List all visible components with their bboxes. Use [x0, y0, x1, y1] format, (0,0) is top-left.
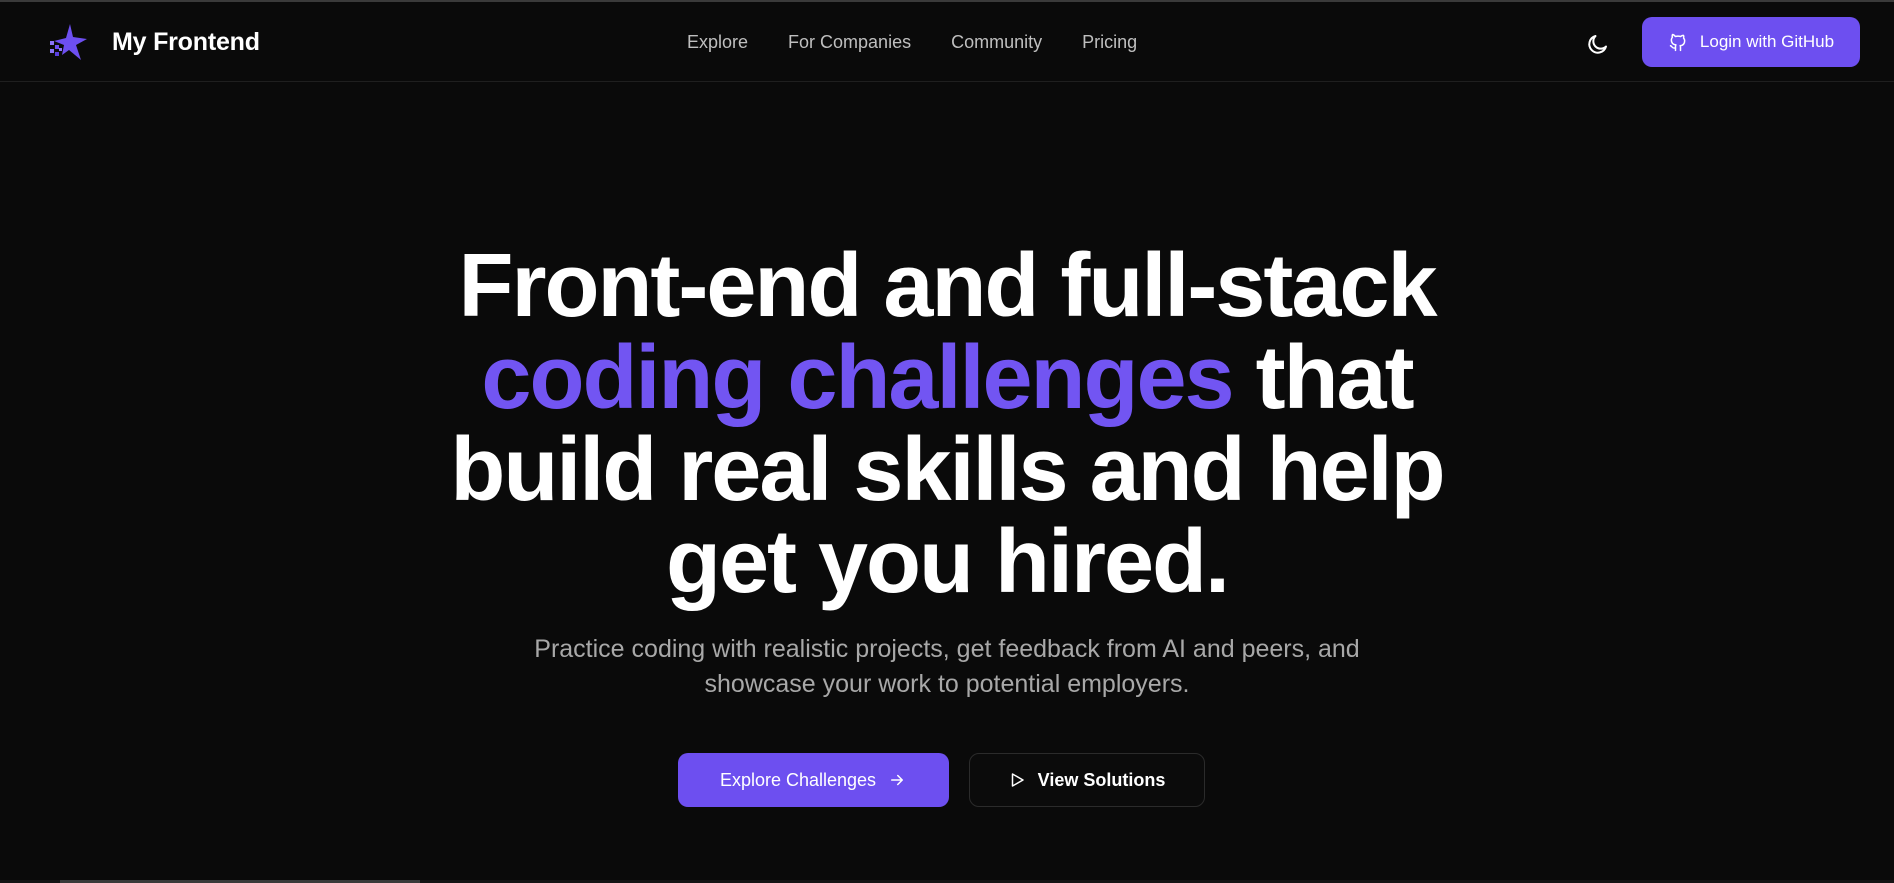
hero-line-4: get you hired.	[665, 512, 1230, 612]
hero-line-3: build real skills and help	[450, 420, 1445, 520]
play-icon	[1011, 773, 1024, 787]
hero-line-2: coding challenges that	[0, 332, 1894, 424]
nav-item-explore[interactable]: Explore	[687, 30, 748, 54]
hero-heading: Front-end and full-stack coding challeng…	[0, 240, 1894, 608]
brand-name: My Frontend	[112, 27, 260, 56]
hero-line-1: Front-end and full-stack	[458, 236, 1437, 336]
theme-toggle-button[interactable]	[1584, 30, 1612, 58]
hero-subtitle: Practice coding with realistic projects,…	[0, 632, 1894, 702]
nav-item-community[interactable]: Community	[951, 30, 1042, 54]
brand-link[interactable]: My Frontend	[48, 20, 260, 64]
hero-accent-text: coding challenges	[481, 328, 1234, 428]
hero-line-2-rest: that	[1232, 328, 1415, 428]
moon-icon	[1588, 35, 1607, 54]
hero-subtitle-line-1: Practice coding with realistic projects,…	[534, 635, 1360, 663]
view-solutions-button[interactable]: View Solutions	[968, 753, 1205, 807]
nav-item-pricing[interactable]: Pricing	[1082, 30, 1137, 54]
nav-item-for-companies[interactable]: For Companies	[788, 30, 911, 54]
hero-section: Front-end and full-stack coding challeng…	[0, 240, 1894, 608]
hero-cta-group: Explore Challenges View Solutions	[0, 753, 1894, 807]
github-icon	[1669, 33, 1686, 52]
explore-challenges-button[interactable]: Explore Challenges	[677, 753, 949, 807]
login-button-label: Login with GitHub	[1699, 32, 1835, 51]
site-header: My Frontend Explore For Companies Commun…	[0, 2, 1894, 82]
explore-challenges-label: Explore Challenges	[719, 769, 877, 790]
main-nav: Explore For Companies Community Pricing	[687, 30, 1177, 54]
view-solutions-label: View Solutions	[1037, 769, 1166, 790]
hero-subtitle-line-2: showcase your work to potential employer…	[704, 670, 1190, 698]
arrow-right-icon	[891, 774, 904, 786]
login-with-github-button[interactable]: Login with GitHub	[1642, 17, 1860, 67]
star-logo-icon	[50, 24, 87, 60]
